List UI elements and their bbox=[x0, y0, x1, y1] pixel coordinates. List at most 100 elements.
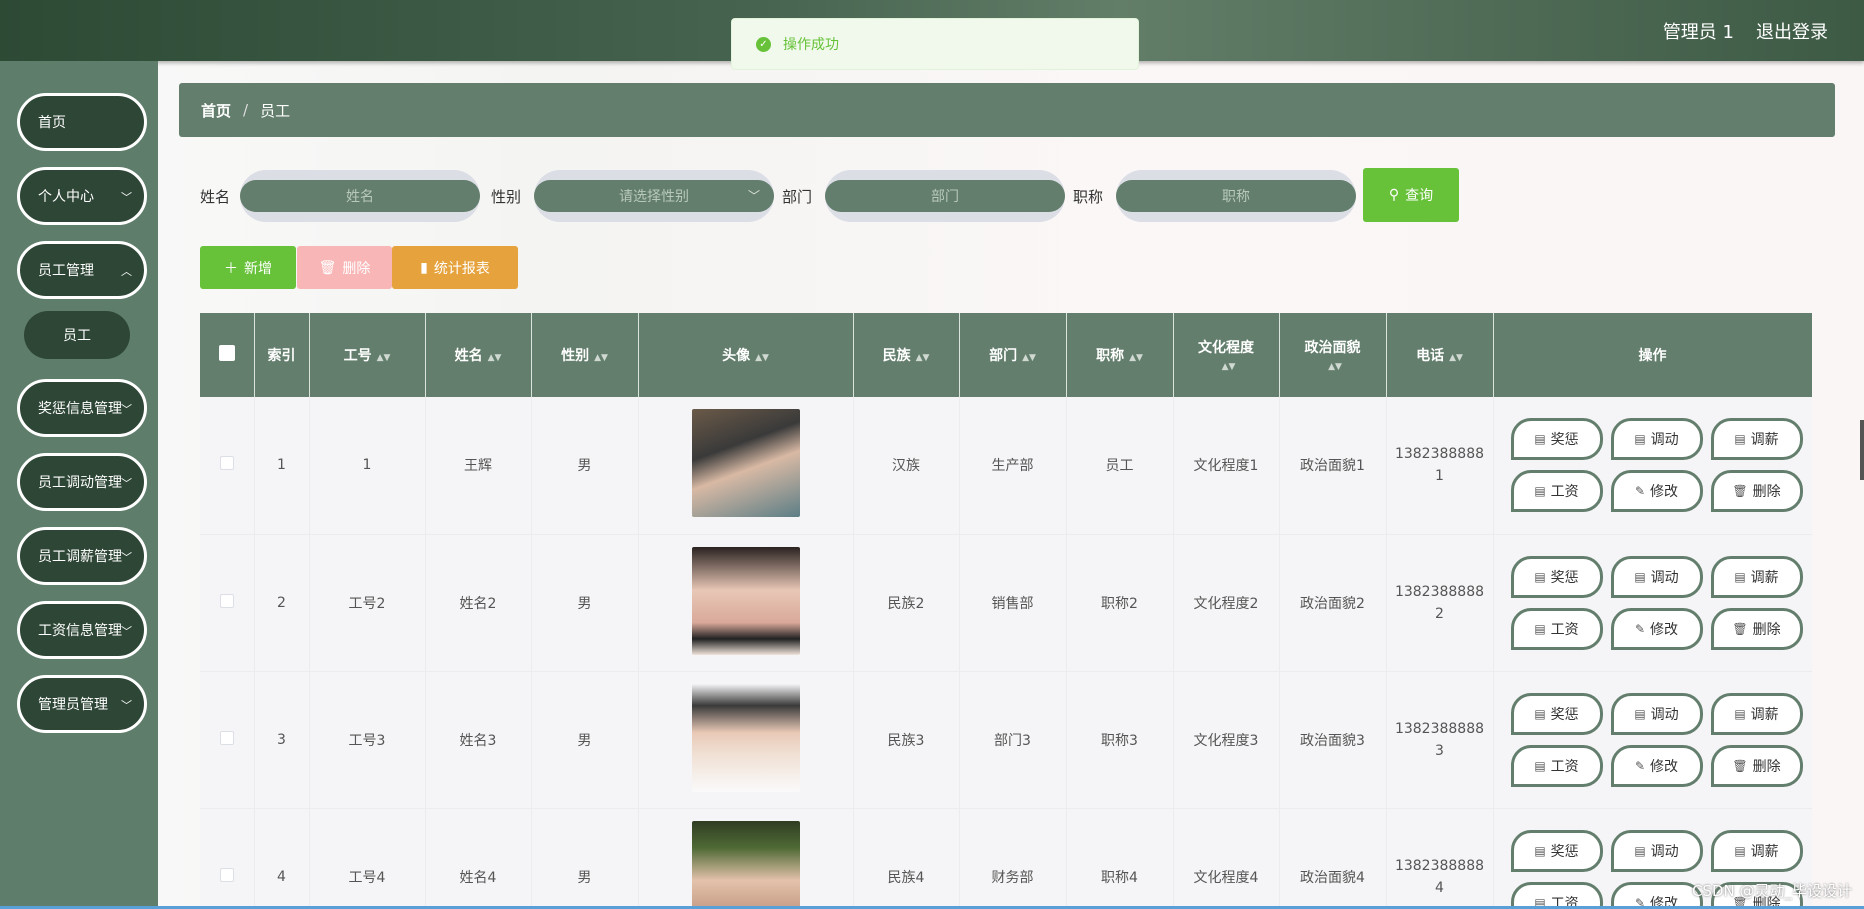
employee-table: 索引 工号 ▲▼ 姓名 ▲▼ 性别 ▲▼ 头像 ▲▼ 民族 ▲▼ 部门 ▲▼ 职称 ▲▼ 文化… bbox=[200, 313, 1812, 909]
col-title[interactable]: 职称 ▲▼ bbox=[1066, 313, 1174, 397]
breadcrumb-home[interactable]: 首页 bbox=[201, 100, 231, 121]
col-ethnicity[interactable]: 民族 ▲▼ bbox=[853, 313, 960, 397]
transfer-button[interactable]: ▤ 调动 bbox=[1610, 555, 1703, 598]
sidebar-item-admin-management[interactable]: 管理员管理 ﹀ bbox=[17, 675, 147, 733]
delete-button[interactable]: 🗑 删除 bbox=[1710, 607, 1803, 650]
col-actions-label: 操作 bbox=[1638, 348, 1667, 364]
name-field[interactable]: 姓名 bbox=[240, 170, 480, 222]
query-button[interactable]: ⚲ 查询 bbox=[1363, 168, 1459, 222]
cell-dept: 部门3 bbox=[959, 671, 1067, 809]
sidebar-item-personal-center[interactable]: 个人中心 ﹀ bbox=[17, 167, 147, 225]
salary-adjust-label: 调薪 bbox=[1750, 432, 1779, 449]
row-checkbox[interactable] bbox=[219, 456, 234, 471]
salary-button[interactable]: ▤ 工资 bbox=[1510, 470, 1603, 513]
sidebar-item-salary-adjust[interactable]: 员工调薪管理 ﹀ bbox=[17, 527, 147, 585]
edit-button[interactable]: ✎ 修改 bbox=[1610, 881, 1703, 909]
cell-avatar bbox=[638, 534, 854, 672]
col-political[interactable]: 政治面貌 ▲▼ bbox=[1279, 313, 1387, 397]
success-toast: ✓ 操作成功 bbox=[731, 18, 1139, 70]
delete-button[interactable]: 🗑 删除 bbox=[1710, 470, 1803, 513]
cell-education: 文化程度2 bbox=[1173, 534, 1280, 672]
sidebar-item-salary-info[interactable]: 工资信息管理 ﹀ bbox=[17, 601, 147, 659]
salary-button[interactable]: ▤ 工资 bbox=[1510, 881, 1603, 909]
sort-icon[interactable]: ▲▼ bbox=[594, 353, 608, 363]
edit-button[interactable]: ✎ 修改 bbox=[1610, 607, 1703, 650]
row-checkbox[interactable] bbox=[219, 730, 234, 745]
vertical-scrollbar[interactable] bbox=[1860, 420, 1864, 480]
cell-avatar bbox=[638, 671, 854, 809]
col-education[interactable]: 文化程度 ▲▼ bbox=[1173, 313, 1280, 397]
row-select-cell[interactable] bbox=[200, 808, 255, 909]
title-label: 职称 bbox=[1073, 188, 1104, 206]
sidebar-item-label: 奖惩信息管理 bbox=[38, 401, 122, 417]
transfer-button[interactable]: ▤ 调动 bbox=[1610, 829, 1703, 872]
gender-select[interactable]: 请选择性别 ﹀ bbox=[534, 170, 774, 222]
sort-icon[interactable]: ▲▼ bbox=[377, 353, 391, 363]
salary-label: 工资 bbox=[1550, 758, 1579, 775]
row-checkbox[interactable] bbox=[219, 867, 234, 882]
row-checkbox[interactable] bbox=[219, 593, 234, 608]
salary-adjust-label: 调薪 bbox=[1750, 706, 1779, 723]
row-select-cell[interactable] bbox=[200, 671, 255, 809]
col-phone[interactable]: 电话 ▲▼ bbox=[1386, 313, 1494, 397]
avatar bbox=[691, 409, 800, 518]
dept-field[interactable]: 部门 bbox=[825, 170, 1065, 222]
select-all-checkbox[interactable] bbox=[218, 345, 235, 361]
breadcrumb-current: 员工 bbox=[260, 101, 291, 120]
sidebar-item-reward-punish[interactable]: 奖惩信息管理 ﹀ bbox=[17, 379, 147, 437]
select-all-cell[interactable] bbox=[200, 313, 255, 397]
sort-icon[interactable]: ▲▼ bbox=[1129, 353, 1143, 363]
salary-adjust-button[interactable]: ▤ 调薪 bbox=[1710, 418, 1803, 461]
title-input[interactable]: 职称 bbox=[1116, 180, 1356, 212]
sort-icon[interactable]: ▲▼ bbox=[916, 353, 930, 363]
sidebar-subitem-employee[interactable]: 员工 bbox=[24, 311, 130, 359]
add-button[interactable]: ＋ 新增 bbox=[200, 246, 296, 289]
logout-link[interactable]: 退出登录 bbox=[1756, 18, 1828, 44]
edit-button[interactable]: ✎ 修改 bbox=[1610, 744, 1703, 787]
sort-icon[interactable]: ▲▼ bbox=[488, 353, 502, 363]
table-row: 3 工号3 姓名3 男 民族3 部门3 职称3 文化程度3 政治面貌3 1382… bbox=[200, 671, 1812, 809]
sort-icon[interactable]: ▲▼ bbox=[755, 353, 769, 363]
sidebar-item-transfer[interactable]: 员工调动管理 ﹀ bbox=[17, 453, 147, 511]
reward-punish-label: 奖惩 bbox=[1550, 706, 1579, 723]
name-input[interactable]: 姓名 bbox=[240, 180, 480, 212]
col-name[interactable]: 姓名 ▲▼ bbox=[425, 313, 532, 397]
salary-button[interactable]: ▤ 工资 bbox=[1510, 607, 1603, 650]
transfer-label: 调动 bbox=[1650, 843, 1679, 860]
salary-adjust-button[interactable]: ▤ 调薪 bbox=[1710, 829, 1803, 872]
reward-punish-button[interactable]: ▤ 奖惩 bbox=[1510, 829, 1603, 872]
sidebar-item-employee-management[interactable]: 员工管理 ︿ bbox=[17, 241, 147, 299]
sort-icon[interactable]: ▲▼ bbox=[1022, 353, 1036, 363]
salary-adjust-button[interactable]: ▤ 调薪 bbox=[1710, 555, 1803, 598]
salary-button[interactable]: ▤ 工资 bbox=[1510, 744, 1603, 787]
col-emp-no[interactable]: 工号 ▲▼ bbox=[309, 313, 426, 397]
col-index: 索引 bbox=[254, 313, 310, 397]
batch-delete-button[interactable]: 🗑 删除 bbox=[297, 246, 392, 289]
reward-punish-button[interactable]: ▤ 奖惩 bbox=[1510, 555, 1603, 598]
edit-icon: ✎ bbox=[1634, 484, 1646, 499]
col-dept[interactable]: 部门 ▲▼ bbox=[959, 313, 1067, 397]
sidebar-item-home[interactable]: 首页 bbox=[17, 93, 147, 151]
trash-icon: 🗑 bbox=[1732, 758, 1748, 773]
delete-label: 删除 bbox=[1752, 621, 1781, 638]
col-gender[interactable]: 性别 ▲▼ bbox=[531, 313, 639, 397]
col-avatar[interactable]: 头像 ▲▼ bbox=[638, 313, 854, 397]
report-button[interactable]: ▮ 统计报表 bbox=[392, 246, 518, 289]
transfer-button[interactable]: ▤ 调动 bbox=[1610, 418, 1703, 461]
edit-button[interactable]: ✎ 修改 bbox=[1610, 470, 1703, 513]
salary-adjust-button[interactable]: ▤ 调薪 bbox=[1710, 692, 1803, 735]
transfer-button[interactable]: ▤ 调动 bbox=[1610, 692, 1703, 735]
document-icon: ▤ bbox=[1534, 621, 1546, 636]
sort-icon[interactable]: ▲▼ bbox=[1328, 362, 1342, 372]
row-select-cell[interactable] bbox=[200, 534, 255, 672]
delete-label: 删除 bbox=[1752, 758, 1781, 775]
gender-select-value[interactable]: 请选择性别 bbox=[534, 180, 774, 212]
reward-punish-button[interactable]: ▤ 奖惩 bbox=[1510, 418, 1603, 461]
sort-icon[interactable]: ▲▼ bbox=[1222, 362, 1236, 372]
row-select-cell[interactable] bbox=[200, 397, 255, 535]
title-field[interactable]: 职称 bbox=[1116, 170, 1356, 222]
sort-icon[interactable]: ▲▼ bbox=[1449, 353, 1463, 363]
dept-input[interactable]: 部门 bbox=[825, 180, 1065, 212]
delete-button[interactable]: 🗑 删除 bbox=[1710, 744, 1803, 787]
reward-punish-button[interactable]: ▤ 奖惩 bbox=[1510, 692, 1603, 735]
